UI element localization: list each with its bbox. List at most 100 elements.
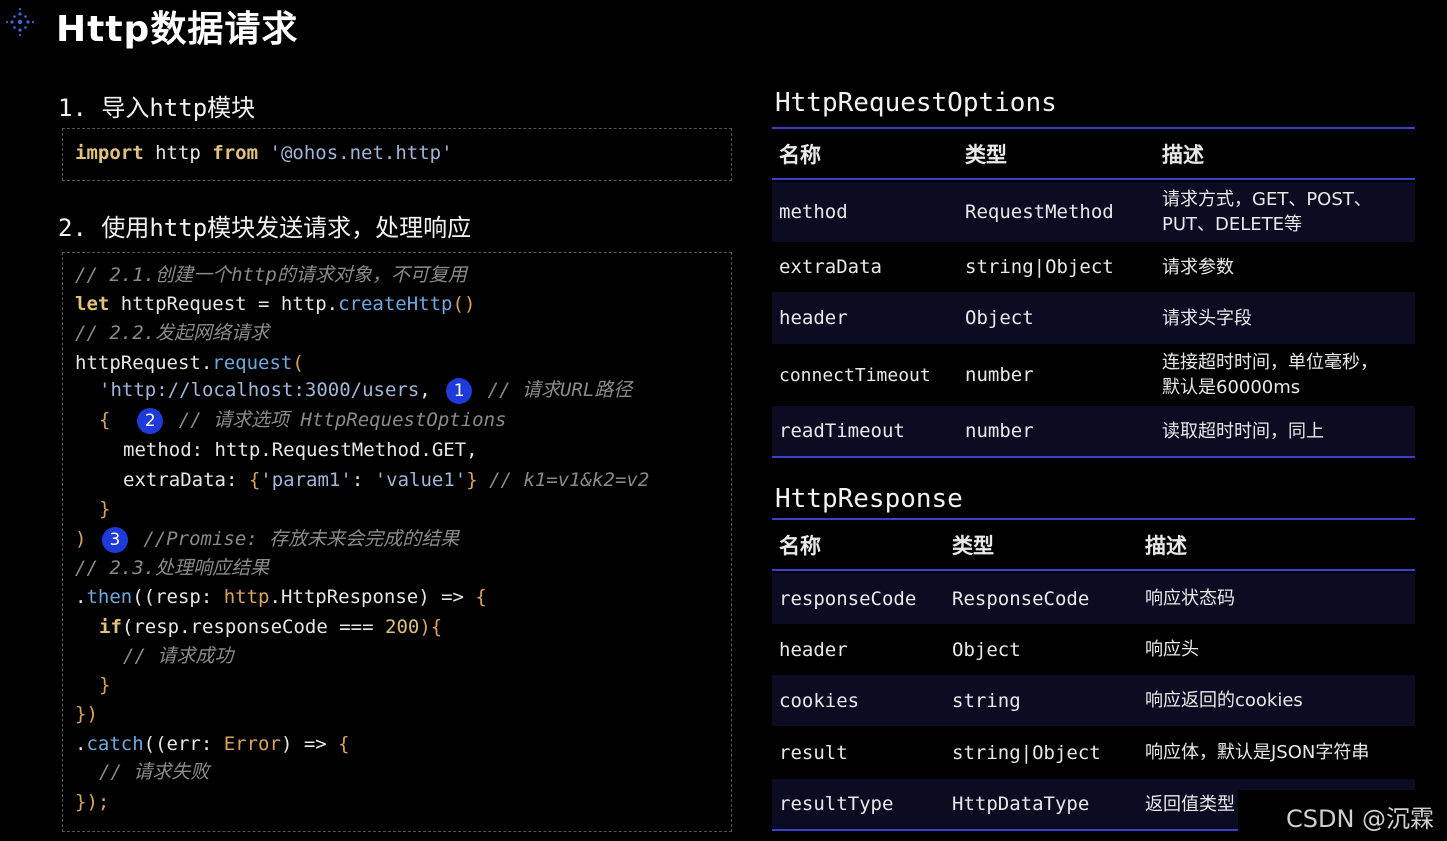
cell-name: extraData — [779, 256, 882, 278]
code-string: '@ohos.net.http' — [269, 142, 453, 164]
code-comment: //Promise: 存放未来会完成的结果 — [143, 528, 460, 550]
code-text: } — [99, 674, 111, 696]
cell-name: connectTimeout — [779, 364, 931, 386]
cell-desc: 响应头 — [1145, 639, 1199, 660]
code-keyword: from — [212, 142, 259, 164]
code-text: { — [248, 469, 261, 491]
divider — [772, 518, 1415, 520]
cell-name: result — [779, 741, 848, 764]
cell-name: cookies — [779, 689, 860, 712]
page-title: Http数据请求 — [56, 9, 299, 50]
code-line: // 请求失败 — [99, 759, 209, 785]
cell-type: Object — [965, 307, 1034, 329]
column-header: 类型 — [965, 143, 1007, 167]
code-text: (resp.responseCode === — [121, 616, 385, 638]
code-line: extraData: {'param1': 'value1'} // k1=v1… — [123, 467, 649, 493]
code-function: then — [86, 586, 133, 608]
code-text: httpRequest = http. — [109, 293, 339, 315]
table-row: extraData string|Object 请求参数 — [772, 242, 1415, 292]
code-line: } — [99, 496, 110, 522]
code-line: if(resp.responseCode === 200){ — [99, 614, 442, 640]
response-table: 名称 类型 描述 responseCode ResponseCode 响应状态码… — [772, 521, 1415, 831]
code-line: }); — [75, 789, 109, 815]
column-header: 名称 — [779, 534, 821, 558]
cell-desc: 连接超时时间，单位毫秒，默认是60000ms — [1162, 352, 1378, 398]
code-type: http — [223, 586, 270, 608]
code-line: // 2.2.发起网络请求 — [75, 320, 269, 346]
code-text: method: http.RequestMethod.GET, — [123, 439, 478, 461]
cell-type: ResponseCode — [952, 587, 1090, 610]
code-comment: // k1=v1&k2=v2 — [477, 469, 650, 491]
cell-type: number — [965, 420, 1034, 442]
code-text: ){ — [419, 616, 443, 638]
code-comment: // 2.2.发起网络请求 — [75, 322, 270, 344]
code-keyword: if — [99, 616, 122, 638]
code-text: }) — [75, 703, 98, 725]
code-line: }) — [75, 701, 98, 727]
table-row: connectTimeout number 连接超时时间，单位毫秒，默认是600… — [772, 344, 1415, 406]
code-text: { — [99, 409, 111, 431]
code-text: ) — [75, 528, 87, 550]
cell-desc: 响应返回的cookies — [1145, 690, 1303, 711]
table-row: responseCode ResponseCode 响应状态码 — [772, 573, 1415, 624]
cell-name: resultType — [779, 793, 894, 815]
cell-desc: 请求头字段 — [1162, 307, 1252, 329]
cell-type: string|Object — [965, 256, 1114, 278]
code-comment: // 2.3.处理响应结果 — [75, 557, 270, 579]
code-keyword: import — [75, 142, 144, 164]
cell-type: string|Object — [952, 741, 1101, 764]
callout-badge-1: 1 — [446, 377, 473, 404]
code-keyword: let — [75, 293, 110, 315]
cell-desc: 请求方式，GET、POST、PUT、DELETE等 — [1162, 189, 1372, 235]
cell-type: Object — [952, 638, 1021, 661]
callout-badge-3: 3 — [101, 526, 128, 553]
callout-badge-2: 2 — [137, 407, 164, 434]
code-line: .catch((err: Error) => { — [75, 731, 350, 757]
code-text: http — [143, 142, 213, 164]
code-text: extraData: — [123, 469, 249, 491]
code-line: // 2.3.处理响应结果 — [75, 555, 269, 581]
table-row: header Object 请求头字段 — [772, 292, 1415, 344]
code-function: catch — [86, 733, 144, 755]
snowflake-icon — [5, 7, 35, 37]
cell-type: HttpDataType — [952, 793, 1090, 815]
section1-heading: 1. 导入http模块 — [58, 94, 256, 122]
code-comment: // 请求选项 HttpRequestOptions — [178, 409, 507, 431]
table-header-row: 名称 类型 描述 — [772, 130, 1415, 180]
table2-title: HttpResponse — [775, 484, 963, 514]
code-comment: // 请求失败 — [99, 761, 210, 783]
cell-desc: 响应状态码 — [1145, 588, 1235, 609]
code-line: let httpRequest = http.createHttp() — [75, 291, 475, 317]
code-text: , — [419, 379, 431, 401]
cell-desc: 读取超时时间，同上 — [1162, 420, 1324, 442]
code-text: ((resp: — [132, 586, 224, 608]
code-line: 'http://localhost:3000/users, 1 // 请求URL… — [99, 377, 632, 404]
code-comment: // 2.1.创建一个http的请求对象，不可复用 — [75, 264, 467, 286]
request-code-block: // 2.1.创建一个http的请求对象，不可复用 let httpReques… — [62, 252, 732, 832]
code-text: } — [466, 469, 478, 491]
table-header-row: 名称 类型 描述 — [772, 521, 1415, 571]
divider — [772, 127, 1415, 129]
cell-name: header — [779, 638, 848, 661]
column-header: 描述 — [1145, 534, 1187, 558]
code-comment: // 请求成功 — [123, 645, 234, 667]
code-text: ((err: — [143, 733, 224, 755]
cell-type: string — [952, 689, 1021, 712]
code-line: { 2 // 请求选项 HttpRequestOptions — [99, 407, 507, 434]
code-text: } — [99, 498, 111, 520]
code-function: request — [212, 352, 293, 374]
code-string: 'param1' — [260, 469, 352, 491]
code-text: { — [475, 586, 487, 608]
import-code-block: import http from '@ohos.net.http' — [62, 128, 732, 181]
cell-desc: 请求参数 — [1162, 256, 1234, 278]
cell-name: method — [779, 201, 848, 223]
code-text: . — [75, 733, 87, 755]
code-string: 'value1' — [374, 469, 467, 491]
cell-type: RequestMethod — [965, 201, 1114, 223]
cell-name: readTimeout — [779, 420, 905, 442]
code-text: ( — [292, 352, 304, 374]
code-line: // 2.1.创建一个http的请求对象，不可复用 — [75, 262, 467, 288]
table-row: readTimeout number 读取超时时间，同上 — [772, 406, 1415, 458]
code-line: method: http.RequestMethod.GET, — [123, 437, 478, 463]
